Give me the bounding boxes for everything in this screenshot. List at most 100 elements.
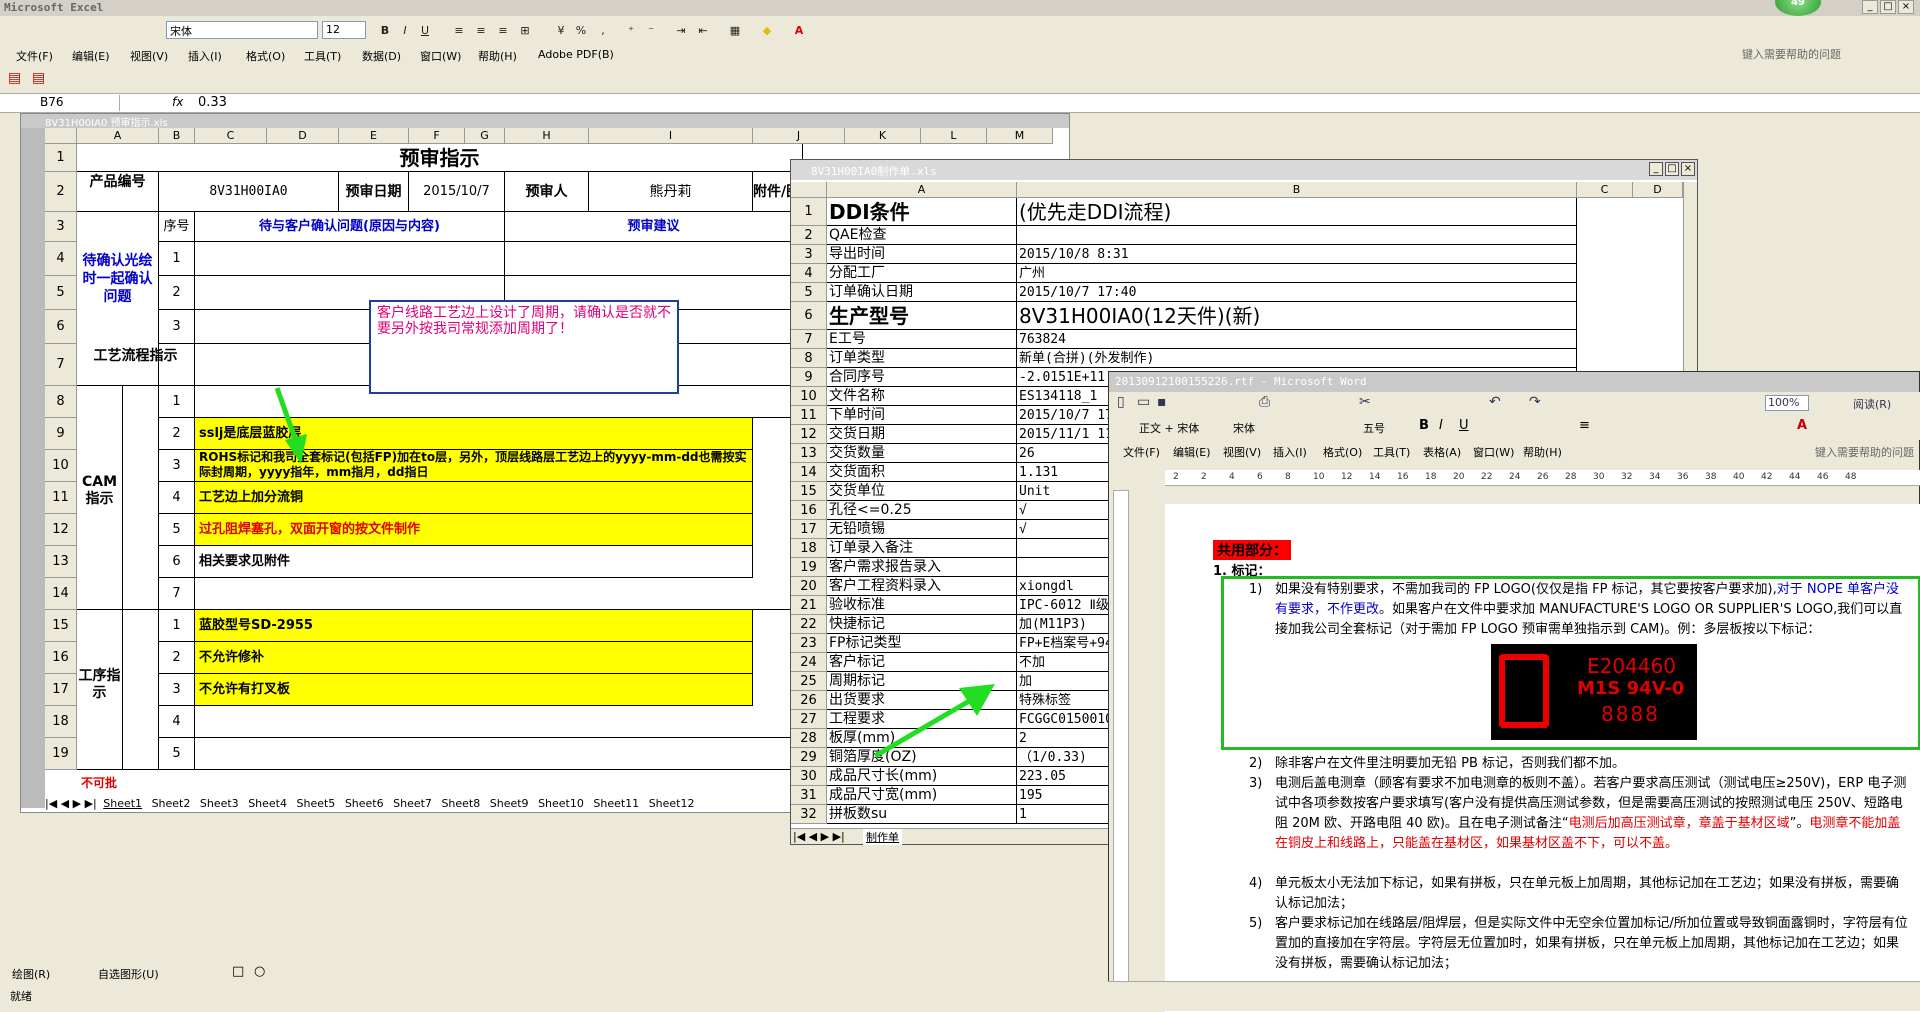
row-header[interactable]: 14 bbox=[45, 578, 77, 610]
cam-item[interactable] bbox=[195, 578, 803, 610]
save-icon[interactable]: ▪ bbox=[1157, 394, 1167, 410]
word-menu-help[interactable]: 帮助(H) bbox=[1523, 444, 1562, 460]
word-menu-insert[interactable]: 插入(I) bbox=[1273, 444, 1307, 460]
col-header-c[interactable]: C bbox=[195, 128, 267, 144]
proc-num[interactable]: 1 bbox=[159, 610, 195, 642]
order-label-cell[interactable]: 分配工厂 bbox=[827, 264, 1017, 283]
currency-icon[interactable]: ¥ bbox=[552, 22, 570, 40]
tab-sheet4[interactable]: Sheet4 bbox=[245, 797, 290, 810]
tab-sheet11[interactable]: Sheet11 bbox=[590, 797, 642, 810]
cam-num[interactable]: 5 bbox=[159, 514, 195, 546]
row-header[interactable]: 26 bbox=[791, 691, 827, 710]
tab-sheet7[interactable]: Sheet7 bbox=[390, 797, 435, 810]
tab-sheet1[interactable]: Sheet1 bbox=[100, 797, 146, 810]
cam-num[interactable]: 6 bbox=[159, 546, 195, 578]
row-header[interactable]: 30 bbox=[791, 767, 827, 786]
col-header-a[interactable]: A bbox=[827, 182, 1017, 198]
row-header[interactable]: 13 bbox=[791, 444, 827, 463]
order-label-cell[interactable]: 交货面积 bbox=[827, 463, 1017, 482]
order-value-cell[interactable]: 2015/10/8 8:31 bbox=[1017, 245, 1577, 264]
row-header[interactable]: 27 bbox=[791, 710, 827, 729]
fx-icon[interactable]: fx bbox=[172, 95, 183, 109]
redo-icon[interactable]: ↷ bbox=[1529, 394, 1541, 410]
borders-icon[interactable]: ▦ bbox=[726, 22, 744, 40]
process-flow-label[interactable]: 工艺流程指示 bbox=[77, 344, 195, 386]
order-value-cell[interactable]: 广州 bbox=[1017, 264, 1577, 283]
row-header[interactable]: 21 bbox=[791, 596, 827, 615]
proc-item[interactable]: 蓝胶型号SD-2955 bbox=[195, 610, 753, 642]
tab-sheet5[interactable]: Sheet5 bbox=[294, 797, 339, 810]
tab-sheet8[interactable]: Sheet8 bbox=[438, 797, 483, 810]
col-header-j[interactable]: J bbox=[753, 128, 845, 144]
row-header[interactable]: 17 bbox=[45, 674, 77, 706]
confirm-num[interactable]: 2 bbox=[159, 276, 195, 310]
reviewer-label[interactable]: 预审人 bbox=[505, 172, 589, 212]
align-right-icon[interactable]: ≡ bbox=[494, 22, 512, 40]
reviewer-value[interactable]: 熊丹莉 bbox=[589, 172, 753, 212]
order-value-cell[interactable]: (优先走DDI流程) bbox=[1017, 198, 1577, 226]
row-header[interactable]: 11 bbox=[791, 406, 827, 425]
row-header[interactable]: 15 bbox=[45, 610, 77, 642]
cam-item[interactable]: 过孔阻焊塞孔，双面开窗的按文件制作 bbox=[195, 514, 753, 546]
cam-item[interactable]: 相关要求见附件 bbox=[195, 546, 753, 578]
word-bold-button[interactable]: B bbox=[1419, 418, 1429, 433]
order-label-cell[interactable]: 文件名称 bbox=[827, 387, 1017, 406]
order-value-cell[interactable]: 新单(合拼)(外发制作) bbox=[1017, 349, 1577, 368]
percent-button[interactable]: % bbox=[572, 22, 590, 40]
order-value-cell[interactable]: 763824 bbox=[1017, 330, 1577, 349]
word-italic-button[interactable]: I bbox=[1439, 418, 1443, 433]
order-value-cell[interactable]: 2015/10/7 17:40 bbox=[1017, 283, 1577, 302]
row-header[interactable]: 3 bbox=[791, 245, 827, 264]
proc-item[interactable]: 不允许有打叉板 bbox=[195, 674, 753, 706]
cell-comment[interactable]: 客户线路工艺边上设计了周期，请确认是否就不要另外按我司常规添加周期了！ bbox=[369, 300, 679, 394]
word-size-select[interactable]: 五号 bbox=[1363, 420, 1385, 436]
word-menu-view[interactable]: 视图(V) bbox=[1223, 444, 1261, 460]
menu-adobe-pdf[interactable]: Adobe PDF(B) bbox=[538, 48, 614, 61]
horizontal-ruler[interactable]: 2 2 4 6 8 10 12 14 16 18 20 22 24 26 28 30 32 34 36 38 40 42 4… bbox=[1165, 470, 1920, 486]
cut-icon[interactable]: ✂ bbox=[1359, 394, 1371, 410]
order-label-cell[interactable]: 无铅喷锡 bbox=[827, 520, 1017, 539]
menu-edit[interactable]: 编辑(E) bbox=[72, 48, 110, 64]
row-header[interactable]: 19 bbox=[791, 558, 827, 577]
draw-menu[interactable]: 绘图(R) bbox=[12, 966, 50, 982]
suggest-label[interactable]: 预审建议 bbox=[505, 212, 803, 242]
proc-item[interactable] bbox=[195, 738, 803, 770]
col-header-f[interactable]: F bbox=[409, 128, 465, 144]
proc-num[interactable]: 5 bbox=[159, 738, 195, 770]
order-restore-button[interactable]: □ bbox=[1665, 162, 1679, 176]
col-header-h[interactable]: H bbox=[505, 128, 589, 144]
row-header[interactable]: 8 bbox=[45, 386, 77, 418]
order-label-cell[interactable]: DDI条件 bbox=[827, 198, 1017, 226]
tab-sheet12[interactable]: Sheet12 bbox=[646, 797, 698, 810]
col-header-l[interactable]: L bbox=[921, 128, 987, 144]
italic-button[interactable]: I bbox=[396, 22, 414, 40]
menu-help[interactable]: 帮助(H) bbox=[478, 48, 517, 64]
select-all-corner[interactable] bbox=[45, 128, 77, 144]
row-header[interactable]: 5 bbox=[791, 283, 827, 302]
issue-label[interactable]: 待与客户确认问题(原因与内容) bbox=[195, 212, 505, 242]
word-font-select[interactable]: 宋体 bbox=[1233, 420, 1353, 436]
word-menu-tools[interactable]: 工具(T) bbox=[1373, 444, 1410, 460]
cam-item[interactable]: 工艺边上加分流铜 bbox=[195, 482, 753, 514]
row-header[interactable]: 9 bbox=[45, 418, 77, 450]
col-header-d[interactable]: D bbox=[267, 128, 339, 144]
order-label-cell[interactable]: 生产型号 bbox=[827, 302, 1017, 330]
order-label-cell[interactable]: 交货日期 bbox=[827, 425, 1017, 444]
order-label-cell[interactable]: 拼板数su bbox=[827, 805, 1017, 824]
tab-nav-icon[interactable]: |◀ ◀ ▶ ▶| bbox=[793, 830, 845, 843]
maximize-button[interactable]: □ bbox=[1880, 0, 1896, 14]
row-header[interactable]: 15 bbox=[791, 482, 827, 501]
comma-style-icon[interactable]: , bbox=[594, 22, 612, 40]
col-header-i[interactable]: I bbox=[589, 128, 753, 144]
bold-button[interactable]: B bbox=[376, 22, 394, 40]
process-instruction-label[interactable]: 工序指示 bbox=[77, 610, 123, 770]
col-header-a[interactable]: A bbox=[77, 128, 159, 144]
row-header[interactable]: 28 bbox=[791, 729, 827, 748]
confirm-num[interactable]: 3 bbox=[159, 310, 195, 344]
menu-window[interactable]: 窗口(W) bbox=[420, 48, 461, 64]
row-header[interactable]: 1 bbox=[45, 144, 77, 172]
col-header-e[interactable]: E bbox=[339, 128, 409, 144]
cam-num[interactable]: 2 bbox=[159, 418, 195, 450]
row-header[interactable]: 24 bbox=[791, 653, 827, 672]
menu-insert[interactable]: 插入(I) bbox=[188, 48, 222, 64]
